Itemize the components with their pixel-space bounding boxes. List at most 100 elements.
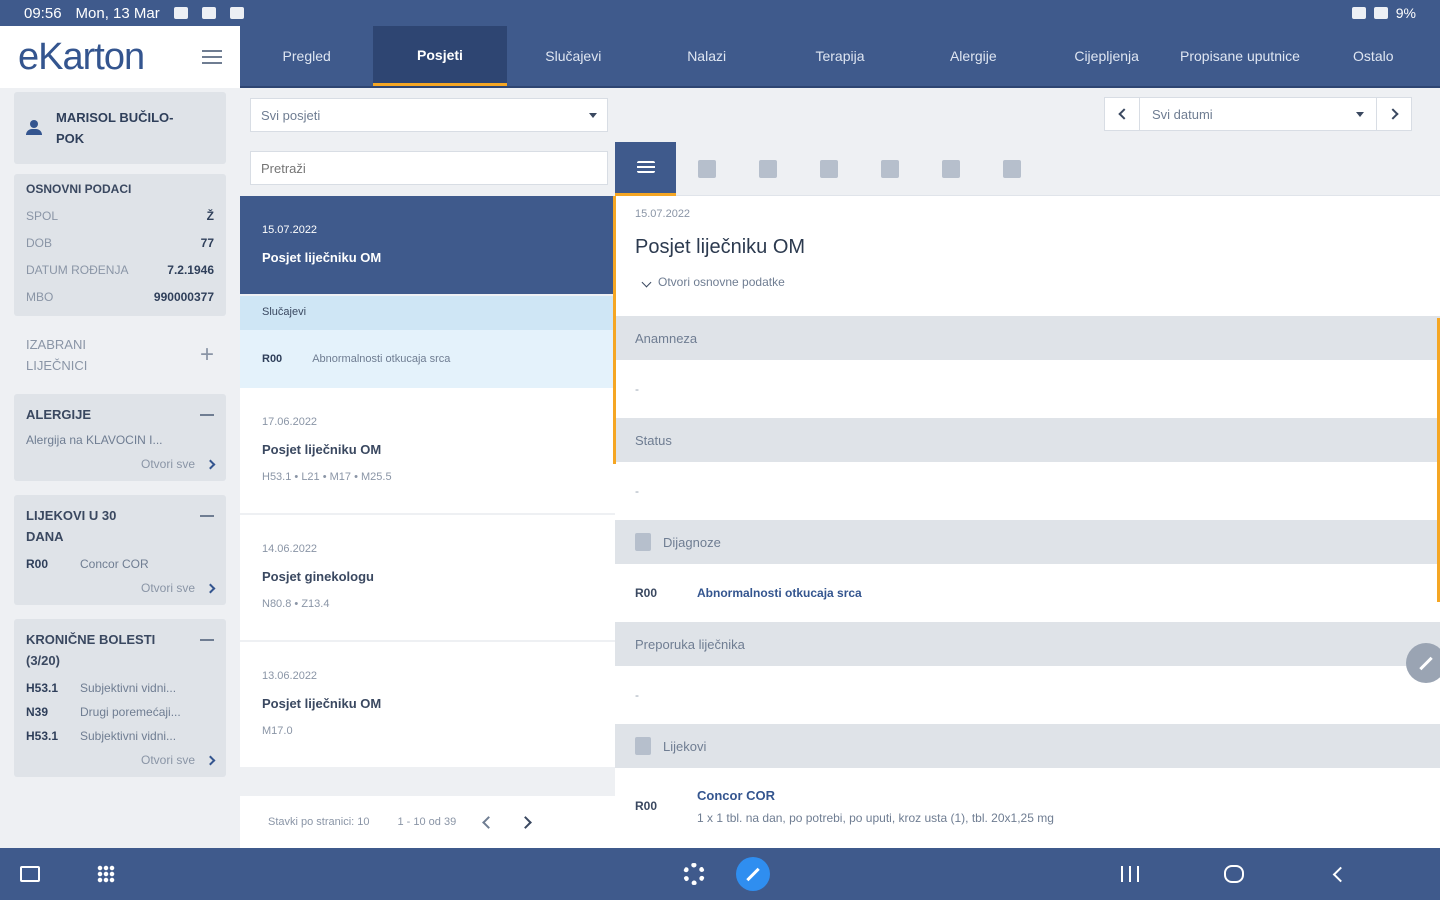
recent-apps-button[interactable] [1116,860,1144,888]
date-bar: Svi datumi [615,88,1440,142]
basic-info-row: MBO 990000377 [26,283,214,310]
pen-button[interactable] [736,857,770,891]
section-title: Lijekovi [663,738,707,754]
copy-icon [880,159,899,178]
medications-button[interactable] [737,142,798,196]
medication-name[interactable]: Concor COR [697,788,1054,803]
main-tabs: Pregled Posjeti Slučajevi Nalazi Terapij… [240,26,1440,88]
row-label: DATUM ROĐENJA [26,262,129,277]
basic-info-card: OSNOVNI PODACI SPOL Ž DOB 77 DATUM ROĐENJA… [14,174,226,316]
open-all-allergies[interactable]: Otvori sve [26,457,216,471]
next-page-icon[interactable] [519,815,533,829]
item-code: N39 [26,705,49,719]
favorite-doctors: IZABRANI LIJEČNICI + [14,330,226,380]
visit-sections: Anamneza - Status - Dijagnoze R00 Abnorm… [615,316,1440,844]
referral-button[interactable] [920,142,981,196]
patient-name: MARISOL BUČILO-POK [56,110,174,146]
collapse-icon[interactable] [200,414,214,416]
notification-icon [201,7,216,19]
chronic-card: KRONIČNE BOLESTI (3/20) H53.1 Subjektivni… [14,619,226,777]
list-view-button[interactable] [615,141,676,196]
visit-item-selected[interactable]: 15.07.2022 Posjet liječniku OM [240,196,615,296]
back-button[interactable] [1326,860,1354,888]
visit-item[interactable]: 17.06.2022 Posjet liječniku OM H53.1 • L… [240,388,615,515]
tab-alergije[interactable]: Alergije [907,26,1040,86]
basic-info-row: DOB 77 [26,229,214,256]
tab-nalazi[interactable]: Nalazi [640,26,773,86]
home-icon [1224,865,1244,883]
list-item: H53.1 Subjektivni vidni... [26,729,214,743]
row-label: DOB [26,235,53,250]
collapse-icon[interactable] [200,515,214,517]
diagnosis-name[interactable]: Abnormalnosti otkucaja srca [697,586,862,600]
add-doctor-icon[interactable]: + [200,341,214,369]
wifi-icon [1351,7,1366,19]
visit-filter-select[interactable]: Svi posjeti [250,98,608,132]
reports-button[interactable] [859,142,920,196]
basic-info-row: DATUM ROĐENJA 7.2.1946 [26,256,214,283]
collapse-icon[interactable] [200,639,214,641]
tab-slucajevi[interactable]: Slučajevi [507,26,640,86]
item-name: Subjektivni vidni... [80,681,177,695]
item-name: Subjektivni vidni... [80,729,177,743]
anamnesis-header: Anamneza [615,316,1440,360]
next-date-button[interactable] [1376,97,1412,131]
status-body: - [635,484,639,498]
tab-cijepljenja[interactable]: Cijepljenja [1040,26,1173,86]
section-title: Status [635,432,672,448]
prev-page-icon[interactable] [482,815,496,829]
signal-icon [1373,7,1388,19]
visit-date: 14.06.2022 [262,543,318,555]
visit-codes: H53.1 • L21 • M17 • M25.5 [262,471,392,483]
date-filter-select[interactable]: Svi datumi [1140,97,1376,131]
cases-header: Slučajevi [240,296,615,330]
chevron-right-icon [1386,108,1399,120]
chevron-left-icon [1117,108,1130,120]
pill-bottle-icon [635,737,651,755]
prev-date-button[interactable] [1104,97,1140,131]
visit-list-panel: Svi posjeti 15.07.2022 Posjet liječniku … [240,88,615,848]
tab-terapija[interactable]: Terapija [773,26,906,86]
visit-item[interactable]: 14.06.2022 Posjet ginekologu N80.8 • Z13… [240,515,615,642]
edit-fab[interactable] [1406,643,1440,683]
recommendation-body: - [635,688,639,702]
tab-ostalo[interactable]: Ostalo [1307,26,1440,86]
apps-button[interactable] [92,860,120,888]
tab-posjeti[interactable]: Posjeti [373,26,507,86]
case-row[interactable]: R00 Abnormalnosti otkucaja srca [240,330,615,388]
screenshot-button[interactable] [16,860,44,888]
medication-code: R00 [635,799,658,813]
diagnoses-button[interactable] [676,142,737,196]
home-button[interactable] [1220,860,1248,888]
pencil-icon [1419,656,1433,670]
diagnoses-header: Dijagnoze [615,520,1440,564]
gallery-icon [173,7,188,19]
row-label: SPOL [26,208,59,223]
search-input[interactable] [250,151,608,185]
visit-list: 15.07.2022 Posjet liječniku OM Slučajevi… [240,196,615,796]
tab-pregled[interactable]: Pregled [240,26,373,86]
menu-icon[interactable] [202,50,222,64]
tab-propisane-uputnice[interactable]: Propisane uputnice [1173,26,1306,86]
open-all-meds[interactable]: Otvori sve [26,581,216,595]
procedure-button[interactable] [981,142,1042,196]
row-value: Ž [206,208,214,223]
open-all-label: Otvori sve [140,753,195,767]
open-all-chronic[interactable]: Otvori sve [26,753,216,767]
apps-grid-icon [97,865,115,883]
cloud-icon [229,7,244,19]
basic-info-row: SPOL Ž [26,202,214,229]
lab-button[interactable] [798,142,859,196]
pagination: Stavki po stranici: 10 1 - 10 od 39 [240,796,615,848]
sidebar: eKarton MARISOL BUČILO-POK OSNOVNI PODAC… [0,26,240,848]
screen-icon [20,866,40,882]
gear-icon [683,863,705,885]
visit-date: 15.07.2022 [262,224,318,236]
open-basic-data-toggle[interactable]: Otvori osnovne podatke [635,275,1420,289]
settings-button[interactable] [680,860,708,888]
visit-item[interactable]: 13.06.2022 Posjet liječniku OM M17.0 [240,642,615,769]
patient-card[interactable]: MARISOL BUČILO-POK [14,92,226,164]
caret-down-icon [1356,111,1364,117]
medication-dosage: 1 x 1 tbl. na dan, po potrebi, po uputi,… [697,810,1054,825]
date-selector: Svi datumi [1104,97,1412,131]
